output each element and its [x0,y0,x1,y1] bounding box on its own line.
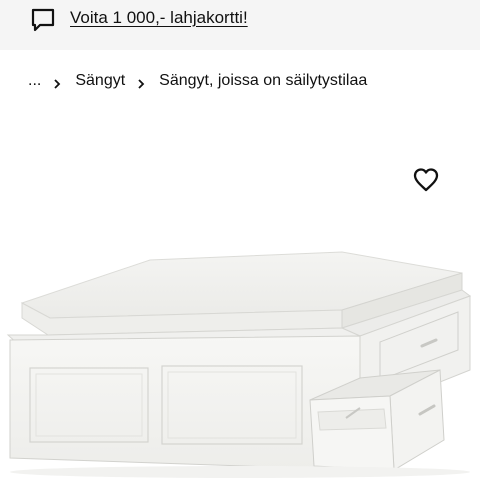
breadcrumb-ellipsis[interactable]: ... [28,72,41,90]
bed-illustration [6,251,472,478]
promo-link[interactable]: Voita 1 000,- lahjakortti! [70,7,248,29]
chevron-right-icon [53,76,61,89]
breadcrumb-item-storage-beds[interactable]: Sängyt, joissa on säilytystilaa [159,72,367,90]
favourite-button[interactable] [412,166,440,194]
breadcrumb: ... Sängyt Sängyt, joissa on säilytystil… [28,70,367,92]
product-image[interactable] [0,200,480,480]
chevron-right-icon [137,76,145,89]
breadcrumb-item-beds[interactable]: Sängyt [75,72,125,90]
promo-banner: Voita 1 000,- lahjakortti! [0,0,480,50]
heart-outline-icon [412,168,440,197]
chat-bubble-icon [30,7,56,33]
